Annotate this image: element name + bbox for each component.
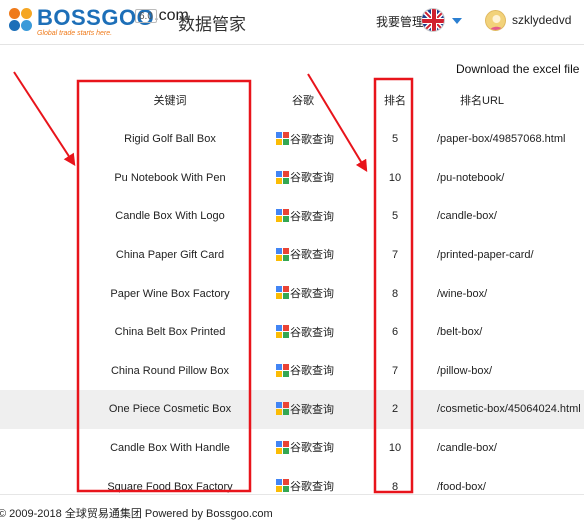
google-query-label: 谷歌查询 (290, 326, 334, 339)
google-query-cell: 谷歌查询 (250, 313, 377, 352)
google-query-cell: 谷歌查询 (250, 159, 377, 198)
google-query-link[interactable]: 谷歌查询 (276, 401, 334, 417)
rank-url-cell[interactable]: /candle-box/ (413, 197, 584, 236)
google-query-cell: 谷歌查询 (250, 390, 377, 429)
rank-cell: 7 (391, 364, 399, 377)
google-query-cell: 谷歌查询 (250, 197, 377, 236)
google-icon (276, 440, 289, 454)
google-icon (276, 170, 289, 184)
rank-url-cell[interactable]: /candle-box/ (413, 429, 584, 468)
table-row: Candle Box With Logo 谷歌查询 5/candle-box/ (0, 197, 584, 236)
top-bar: BOSSGOO Global trade starts here. .com 6… (0, 0, 584, 45)
keyword-cell: Candle Box With Logo (115, 210, 225, 223)
google-icon (276, 479, 289, 493)
google-query-link[interactable]: 谷歌查询 (276, 131, 334, 147)
table-row: China Belt Box Printed 谷歌查询 6/belt-box/ (0, 313, 584, 352)
logo-mark-icon (9, 7, 35, 33)
google-query-label: 谷歌查询 (290, 210, 334, 223)
keyword-cell: Pu Notebook With Pen (114, 171, 226, 184)
footer: © 2009-2018 全球贸易通集团 Powered by Bossgoo.c… (0, 494, 584, 524)
google-query-label: 谷歌查询 (290, 403, 334, 416)
rank-url-cell[interactable]: /cosmetic-box/45064024.html (413, 390, 584, 429)
keyword-cell: Candle Box With Handle (110, 442, 230, 455)
keyword-cell: Rigid Golf Ball Box (124, 133, 216, 146)
table-row: Paper Wine Box Factory 谷歌查询 8/wine-box/ (0, 274, 584, 313)
google-query-label: 谷歌查询 (290, 365, 334, 378)
rank-cell: 5 (391, 210, 399, 223)
rank-url-cell[interactable]: /paper-box/49857068.html (413, 120, 584, 159)
keyword-cell: China Round Pillow Box (110, 364, 229, 377)
google-query-cell: 谷歌查询 (250, 429, 377, 468)
rank-url-cell[interactable]: /pillow-box/ (413, 352, 584, 391)
keyword-cell: Paper Wine Box Factory (110, 287, 230, 300)
rank-url-cell[interactable]: /printed-paper-card/ (413, 236, 584, 275)
keyword-cell: China Belt Box Printed (114, 326, 226, 339)
rank-url-cell[interactable]: /pu-notebook/ (413, 159, 584, 198)
app-title: 数据管家 (178, 15, 246, 34)
google-query-link[interactable]: 谷歌查询 (276, 478, 334, 494)
google-query-link[interactable]: 谷歌查询 (276, 246, 334, 262)
google-query-cell: 谷歌查询 (250, 120, 377, 159)
version-badge: 6.0 (135, 9, 157, 23)
google-icon (276, 209, 289, 223)
language-dropdown-icon[interactable] (452, 18, 462, 24)
google-icon (276, 325, 289, 339)
footer-copyright: © 2009-2018 全球贸易通集团 Powered by Bossgoo.c… (0, 508, 273, 520)
google-query-link[interactable]: 谷歌查询 (276, 169, 334, 185)
google-query-label: 谷歌查询 (290, 442, 334, 455)
username[interactable]: szklydedvd (512, 13, 571, 27)
header-keyword: 关键词 (153, 95, 187, 107)
rank-cell: 10 (388, 171, 402, 184)
google-query-cell: 谷歌查询 (250, 236, 377, 275)
google-query-label: 谷歌查询 (290, 249, 334, 262)
table-row: Candle Box With Handle 谷歌查询 10/candle-box/ (0, 429, 584, 468)
rank-cell: 5 (391, 133, 399, 146)
google-query-label: 谷歌查询 (290, 287, 334, 300)
rank-cell: 7 (391, 249, 399, 262)
table-row: One Piece Cosmetic Box 谷歌查询 2/cosmetic-box… (0, 390, 584, 429)
google-query-link[interactable]: 谷歌查询 (276, 324, 334, 340)
keyword-cell: One Piece Cosmetic Box (0, 390, 250, 429)
google-icon (276, 402, 289, 416)
google-query-label: 谷歌查询 (290, 172, 334, 185)
rank-cell: 6 (391, 326, 399, 339)
google-query-label: 谷歌查询 (290, 480, 334, 493)
google-icon (276, 286, 289, 300)
uk-flag-icon[interactable] (421, 8, 445, 32)
google-icon (276, 363, 289, 377)
google-query-cell: 谷歌查询 (250, 352, 377, 391)
table-row: China Round Pillow Box 谷歌查询 7/pillow-box/ (0, 352, 584, 391)
bossgoo-logo[interactable]: BOSSGOO Global trade starts here. .com (9, 7, 189, 37)
keyword-cell: China Paper Gift Card (115, 249, 225, 262)
rank-url-cell[interactable]: /belt-box/ (413, 313, 584, 352)
header-rank-url: 排名URL (460, 95, 505, 107)
google-query-link[interactable]: 谷歌查询 (276, 285, 334, 301)
rank-cell: 2 (377, 390, 413, 429)
keyword-ranking-table: 关键词 谷歌 排名 排名URL Rigid Golf Ball Box 谷歌查询 5… (0, 80, 584, 506)
rank-cell: 8 (391, 287, 399, 300)
download-excel-link[interactable]: Download the excel file (456, 62, 579, 76)
google-query-link[interactable]: 谷歌查询 (276, 439, 334, 455)
rank-cell: 10 (388, 442, 402, 455)
rank-url-cell[interactable]: /wine-box/ (413, 274, 584, 313)
google-query-link[interactable]: 谷歌查询 (276, 362, 334, 378)
google-icon (276, 247, 289, 261)
avatar[interactable] (485, 10, 506, 31)
table-row: Pu Notebook With Pen 谷歌查询 10/pu-notebook/ (0, 159, 584, 198)
google-query-link[interactable]: 谷歌查询 (276, 208, 334, 224)
logo-tagline: Global trade starts here. (37, 30, 113, 37)
google-icon (276, 132, 289, 146)
manage-menu-label[interactable]: 我要管理 (376, 13, 424, 30)
table-row: China Paper Gift Card 谷歌查询 7/printed-paper… (0, 236, 584, 275)
header-rank: 排名 (384, 95, 406, 107)
google-query-label: 谷歌查询 (290, 133, 334, 146)
table-row: Rigid Golf Ball Box 谷歌查询 5/paper-box/49857… (0, 120, 584, 159)
header-google: 谷歌 (292, 95, 314, 107)
google-query-cell: 谷歌查询 (250, 274, 377, 313)
